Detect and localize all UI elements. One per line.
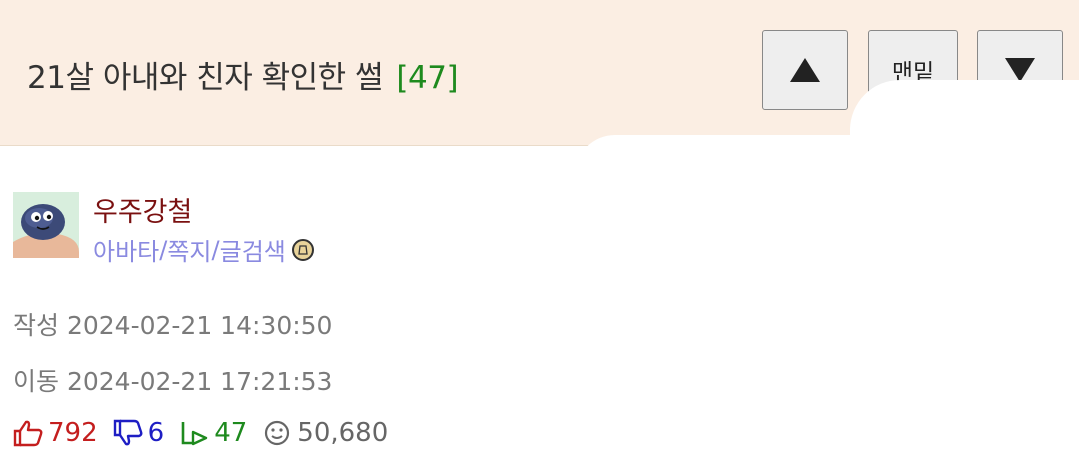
search-posts-link[interactable]: 글검색	[220, 232, 286, 267]
message-link[interactable]: 쪽지	[167, 232, 211, 267]
smiley-view-icon	[265, 420, 290, 446]
avatar[interactable]	[13, 192, 79, 258]
occlusion-overlay	[575, 135, 1079, 472]
link-separator: /	[211, 235, 220, 264]
reply-arrow-icon	[181, 422, 208, 446]
author-name[interactable]: 우주강철	[93, 190, 192, 229]
avatar-link[interactable]: 아바타	[93, 232, 159, 267]
moved-timestamp: 이동 2024-02-21 17:21:53	[13, 367, 333, 396]
reply-count: 47	[214, 418, 248, 448]
created-timestamp: 작성 2024-02-21 14:30:50	[13, 311, 333, 340]
link-separator: /	[159, 235, 168, 264]
downvote-count: 6	[147, 418, 165, 448]
post-title-text: 21살 아내와 친자 확인한 썰	[27, 60, 384, 96]
level-badge-icon	[291, 238, 314, 261]
author-links: 아바타 / 쪽지 / 글검색	[93, 232, 314, 267]
reply-stat[interactable]: 47	[178, 418, 247, 448]
thumbs-down-icon	[113, 419, 143, 446]
view-count: 50,680	[297, 418, 389, 448]
post-title: 21살 아내와 친자 확인한 썰 [47]	[27, 52, 459, 97]
scroll-top-button[interactable]	[762, 30, 848, 110]
thumbs-up-icon	[13, 420, 43, 447]
triangle-up-icon	[790, 58, 820, 82]
post-stats: 792 6 47 50,680	[12, 418, 402, 448]
upvote-count: 792	[48, 418, 98, 448]
avatar-rock-icon	[13, 192, 79, 258]
upvote-stat[interactable]: 792	[12, 418, 98, 448]
triangle-down-icon	[1005, 58, 1035, 82]
views-stat: 50,680	[261, 418, 388, 448]
comment-count[interactable]: [47]	[396, 60, 458, 96]
post-page: 21살 아내와 친자 확인한 썰 [47] 맨밑 우주강철 아바타 / 쪽지 /…	[0, 0, 1079, 472]
downvote-stat[interactable]: 6	[112, 418, 165, 448]
